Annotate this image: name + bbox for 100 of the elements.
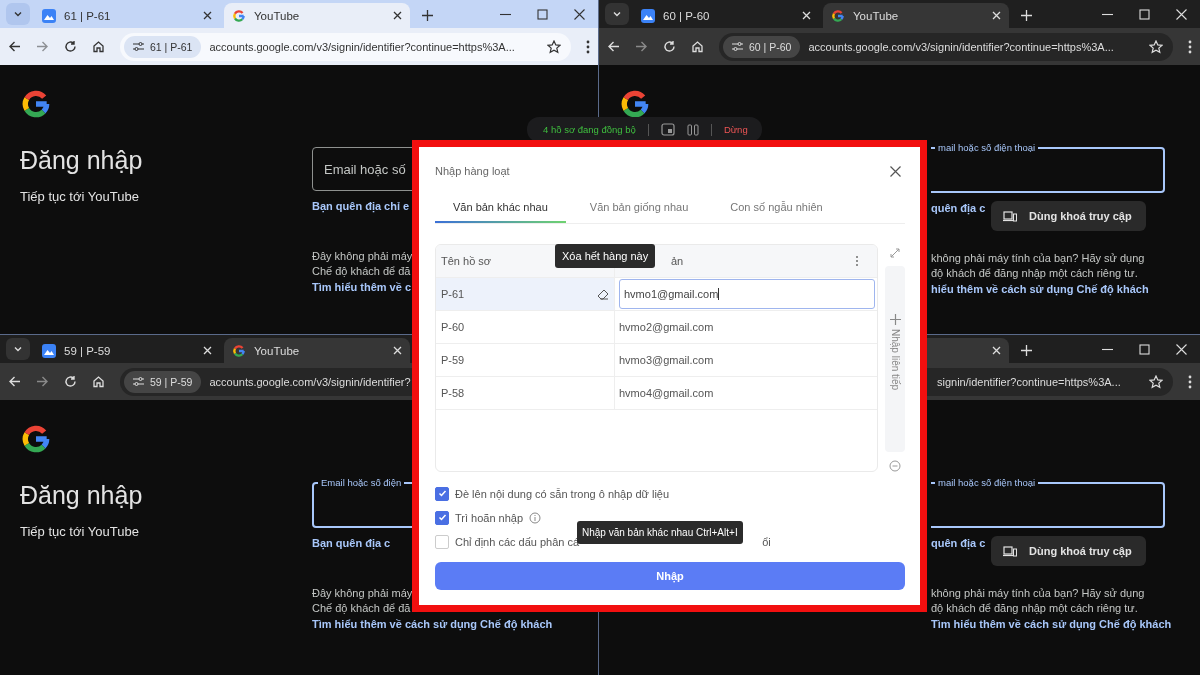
device-icon [1003, 210, 1017, 222]
url-text: accounts.google.com/v3/signin/identifier?continue=https%3A... [808, 40, 1114, 53]
browser-tab[interactable]: YouTube [224, 3, 410, 28]
chevron-down-icon [13, 9, 23, 19]
profile-chip[interactable]: 59 | P-59 [124, 370, 202, 393]
page-heading: Đăng nhập [20, 481, 144, 510]
chevron-down-icon [612, 9, 622, 19]
option-label: Trì hoãn nhập [455, 511, 524, 524]
checkbox[interactable] [435, 510, 449, 525]
profile-chip[interactable]: 60 | P-60 [723, 35, 801, 58]
tab-title: 61 | P-61 [64, 9, 112, 22]
checkbox[interactable] [435, 486, 449, 501]
field-label: Email hoặc số điện [318, 476, 405, 490]
browser-tab[interactable]: 61 | P-61 [34, 3, 220, 28]
close-icon[interactable] [203, 11, 212, 20]
field-label: mail hoặc số điện thoại [935, 141, 1039, 155]
menu-icon[interactable] [586, 39, 590, 54]
picture-icon [42, 8, 56, 23]
menu-icon[interactable] [1188, 39, 1192, 54]
import-button[interactable]: Nhập [435, 562, 905, 590]
sliders-icon [133, 41, 144, 52]
page-subtitle: Tiếp tục tới YouTube [20, 189, 140, 204]
table-cell[interactable]: P-60 [436, 311, 615, 343]
option-label: ổi [762, 535, 771, 548]
close-icon[interactable] [574, 9, 585, 20]
forgot-email-link[interactable]: quên địa c [931, 202, 986, 214]
column-header: Tên hồ sơ [441, 255, 491, 267]
browser-tab[interactable]: YouTube [224, 338, 410, 363]
back-arrow-icon[interactable] [8, 40, 21, 53]
sliders-icon [133, 376, 144, 387]
g-logo-icon [619, 88, 651, 120]
cell-input-field[interactable]: hvmo1@gmail.com [619, 279, 875, 309]
profile-chip[interactable]: 61 | P-61 [124, 35, 202, 58]
learn-more-link[interactable]: Tìm hiểu thêm về cách sử dụng Chế độ khách [931, 616, 1172, 633]
stop-button[interactable]: Dừng [723, 124, 748, 135]
learn-more-link[interactable]: hiểu thêm về cách sử dụng Chế độ khách [931, 281, 1149, 298]
chevron-down-icon [13, 344, 23, 354]
continuous-input-button[interactable]: Nhập liên tiếp [885, 266, 905, 452]
picture-icon [641, 8, 655, 23]
expand-icon[interactable] [890, 248, 900, 258]
browser-tab[interactable]: 59 | P-59 [34, 338, 220, 363]
learn-more-link[interactable]: Tìm hiểu thêm về cách sử dụng Chế độ khách [312, 616, 553, 633]
more-icon[interactable] [855, 255, 859, 267]
menu-icon[interactable] [1188, 374, 1192, 389]
table-cell[interactable]: P-61 [436, 278, 615, 310]
tab-title: 60 | P-60 [663, 9, 711, 22]
home-icon[interactable] [92, 40, 105, 53]
option-label: Chỉ định các dấu phân cá [455, 535, 580, 548]
learn-more-link[interactable]: Tìm hiểu thêm về c [312, 279, 412, 296]
table-cell[interactable]: P-59 [436, 344, 615, 376]
tab-search-button[interactable] [6, 338, 30, 360]
forgot-email-link[interactable]: quên địa c [931, 537, 986, 549]
plus-icon [889, 314, 901, 325]
device-icon [1003, 545, 1017, 557]
guest-mode-text: Chế độ khách để đă [312, 601, 411, 616]
guest-mode-text: Đây không phải máy [312, 249, 413, 264]
dialog-tab[interactable]: Văn bản khác nhau [435, 201, 566, 223]
field-label: Email hoặc số [323, 161, 406, 177]
browser-tab[interactable]: YouTube [823, 3, 1009, 28]
field-label: mail hoặc số điện thoại [935, 476, 1039, 490]
g-logo-icon [232, 8, 246, 23]
g-logo-icon [20, 423, 52, 455]
address-bar[interactable]: 61 | P-61 accounts.google.com/v3/signin/identifier?continue=https%3A... [120, 32, 571, 61]
forgot-email-link[interactable]: Bạn quên địa c [312, 537, 391, 549]
table-cell[interactable]: P-58 [436, 377, 615, 409]
tab-title: 59 | P-59 [64, 344, 112, 357]
guest-mode-text: độ khách để đăng nhập một cách riêng tư. [931, 601, 1138, 616]
pause-icon[interactable] [686, 123, 699, 136]
star-icon[interactable] [547, 39, 561, 54]
screen-icon[interactable] [660, 123, 675, 136]
tab-search-button[interactable] [605, 3, 629, 25]
close-icon[interactable] [393, 11, 402, 20]
maximize-icon[interactable] [537, 9, 548, 20]
new-tab-icon[interactable] [422, 10, 433, 21]
eraser-icon[interactable] [597, 288, 609, 300]
passkey-tooltip[interactable]: Dùng khoá truy cập [991, 536, 1146, 566]
close-icon[interactable] [890, 165, 901, 177]
guest-mode-text: không phải máy tính của bạn? Hãy sử dụng [931, 251, 1145, 266]
browser-tab[interactable]: 60 | P-60 [633, 3, 819, 28]
guest-mode-text: độ khách để đăng nhập một cách riêng tư. [931, 266, 1138, 281]
sync-status-text: 4 hồ sơ đang đồng bộ [543, 124, 636, 135]
guest-mode-text: Đây không phải máy [312, 586, 413, 601]
dialog-tab[interactable]: Con số ngẫu nhiên [712, 201, 841, 223]
tab-title: YouTube [853, 9, 900, 22]
forward-arrow-icon[interactable] [36, 40, 49, 53]
forgot-email-link[interactable]: Bạn quên địa chỉ e [312, 200, 410, 212]
dialog-tab[interactable]: Văn bản giống nhau [571, 201, 707, 223]
guest-mode-text: không phải máy tính của bạn? Hãy sử dụng [931, 586, 1145, 601]
picture-icon [42, 343, 56, 358]
sliders-icon [732, 41, 743, 52]
reload-icon[interactable] [64, 40, 77, 53]
table-cell[interactable]: hvmo2@gmail.com [615, 311, 877, 343]
tooltip-text: Dùng khoá truy cập [1029, 545, 1132, 557]
checkmark-icon [437, 513, 447, 522]
tab-title: YouTube [254, 344, 301, 357]
address-bar[interactable]: 60 | P-60 accounts.google.com/v3/signin/identifier?continue=https%3A... [719, 32, 1173, 61]
tab-search-button[interactable] [6, 3, 30, 25]
passkey-tooltip[interactable]: Dùng khoá truy cập [991, 201, 1146, 231]
checkmark-icon [437, 489, 447, 498]
checkbox[interactable] [435, 534, 449, 549]
